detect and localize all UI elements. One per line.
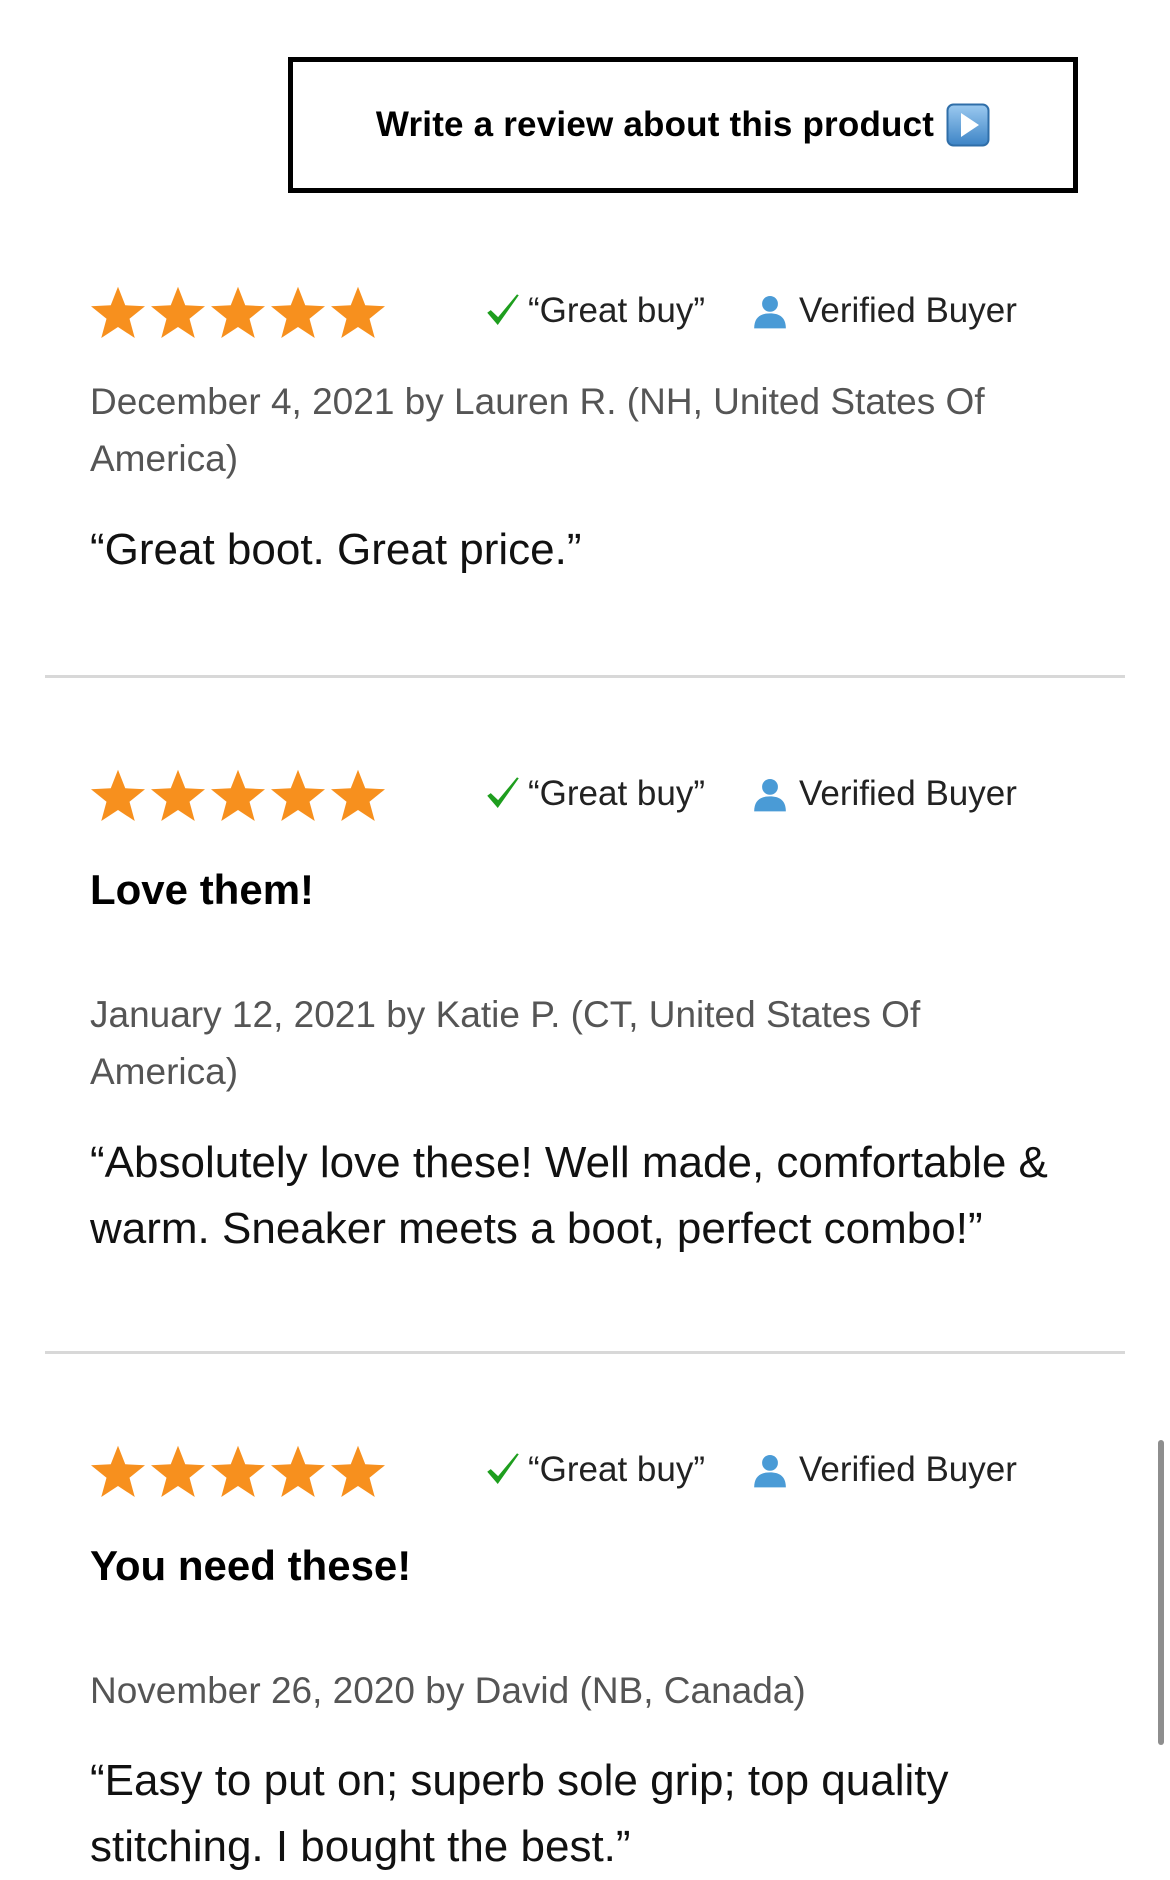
star-icon: [271, 1445, 325, 1497]
star-icon: [271, 769, 325, 821]
rating-stars: [88, 766, 388, 826]
checkmark-icon: [487, 1453, 519, 1484]
star-icon: [331, 1445, 385, 1497]
star-icon: [271, 286, 325, 338]
user-icon: [754, 778, 786, 812]
checkmark-icon: [487, 777, 519, 808]
write-review-label: Write a review about this product: [375, 105, 935, 144]
review-text: “Easy to put on; superb sole grip; top q…: [90, 1756, 949, 1871]
star-icon: [91, 769, 145, 821]
review-byline: December 4, 2021 by Lauren R. (NH, Unite…: [90, 381, 985, 479]
review-text: “Great boot. Great price.”: [90, 525, 582, 574]
great-buy-label: “Great buy”: [528, 774, 705, 813]
verified-buyer-label: Verified Buyer: [799, 1450, 1017, 1489]
star-icon: [211, 769, 265, 821]
star-icon: [91, 1445, 145, 1497]
write-review-button[interactable]: Write a review about this product: [288, 57, 1078, 193]
review-text: “Absolutely love these! Well made, comfo…: [90, 1138, 1048, 1253]
review-meta: “Great buy” Verified Buyer: [482, 290, 1017, 332]
review-byline: January 12, 2021 by Katie P. (CT, United…: [90, 994, 921, 1092]
divider: [45, 675, 1125, 678]
verified-buyer-label: Verified Buyer: [799, 291, 1017, 330]
review-byline: November 26, 2020 by David (NB, Canada): [90, 1670, 806, 1711]
star-icon: [211, 286, 265, 338]
star-icon: [91, 286, 145, 338]
review-meta: “Great buy” Verified Buyer: [482, 773, 1017, 815]
divider: [45, 1351, 1125, 1354]
rating-stars: [88, 283, 388, 343]
star-icon: [331, 769, 385, 821]
great-buy-label: “Great buy”: [528, 1450, 705, 1489]
review-headline: Love them!: [90, 866, 315, 913]
star-icon: [211, 1445, 265, 1497]
great-buy-label: “Great buy”: [528, 291, 705, 330]
play-icon: [946, 103, 990, 147]
user-icon: [754, 295, 786, 329]
checkmark-icon: [487, 294, 519, 325]
star-icon: [151, 1445, 205, 1497]
star-icon: [151, 769, 205, 821]
review-headline: You need these!: [90, 1542, 412, 1589]
user-icon: [754, 1454, 786, 1488]
star-icon: [331, 286, 385, 338]
verified-buyer-label: Verified Buyer: [799, 774, 1017, 813]
review-meta: “Great buy” Verified Buyer: [482, 1449, 1017, 1491]
star-icon: [151, 286, 205, 338]
scrollbar[interactable]: [1158, 1440, 1164, 1745]
rating-stars: [88, 1442, 388, 1502]
